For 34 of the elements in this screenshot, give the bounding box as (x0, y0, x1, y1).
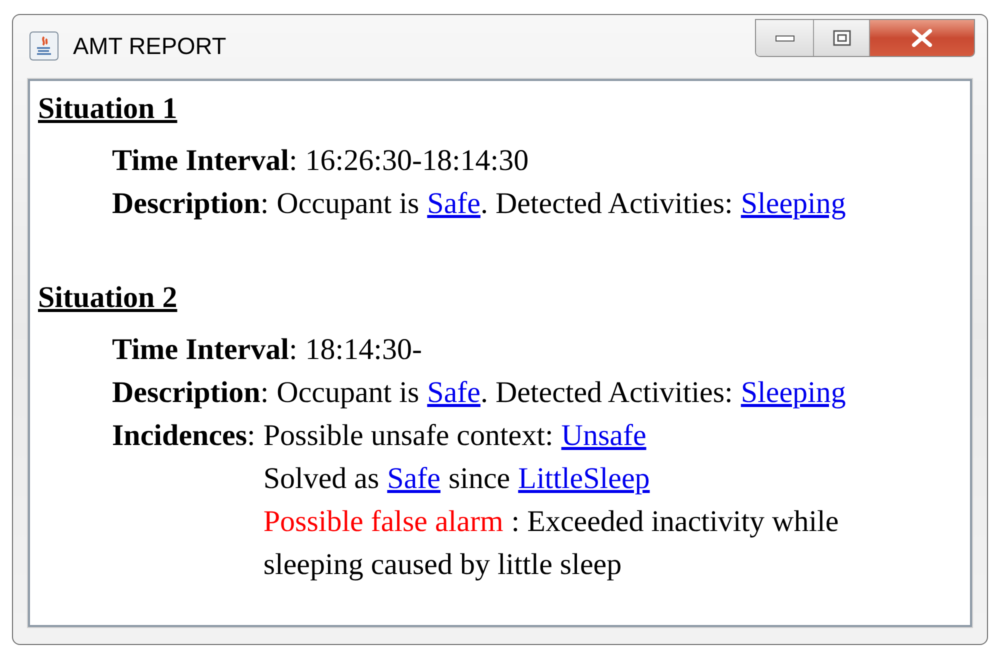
field-label: Description: (112, 375, 269, 411)
field-label: Time Interval: (112, 143, 298, 179)
body-text: Occupant is (276, 375, 420, 411)
minimize-icon (774, 33, 794, 43)
field-label: Description: (112, 186, 269, 222)
body-text: sleeping caused by little sleep (263, 547, 622, 583)
link[interactable]: Safe (427, 182, 480, 225)
app-icon (29, 31, 59, 61)
situation-heading: Situation 1 (38, 91, 178, 127)
window-title: AMT REPORT (73, 32, 226, 60)
body-text: Solved as (263, 461, 380, 497)
close-button[interactable] (870, 20, 974, 56)
close-icon (911, 29, 933, 47)
body-text: . Detected Activities: (480, 375, 733, 411)
maximize-button[interactable] (814, 20, 870, 56)
body-text: since (448, 461, 510, 497)
body-text: : Exceeded inactivity while (511, 504, 839, 540)
situation-heading: Situation 2 (38, 280, 178, 316)
link[interactable]: Sleeping (740, 371, 846, 414)
alarm-text: Possible false alarm (263, 504, 504, 540)
body-text: Possible unsafe context: (263, 418, 554, 454)
body-text: Occupant is (276, 186, 420, 222)
body-text: . Detected Activities: (480, 186, 733, 222)
link[interactable]: Unsafe (561, 414, 646, 457)
link[interactable]: LittleSleep (518, 457, 650, 500)
field-label: Incidences: (112, 418, 256, 454)
body-text: 16:26:30-18:14:30 (305, 143, 529, 179)
maximize-icon (832, 30, 850, 46)
body-text: 18:14:30- (305, 332, 422, 368)
link[interactable]: Safe (387, 457, 440, 500)
field-label: Time Interval: (112, 332, 298, 368)
minimize-button[interactable] (756, 20, 814, 56)
link[interactable]: Sleeping (740, 182, 846, 225)
link[interactable]: Safe (427, 371, 480, 414)
